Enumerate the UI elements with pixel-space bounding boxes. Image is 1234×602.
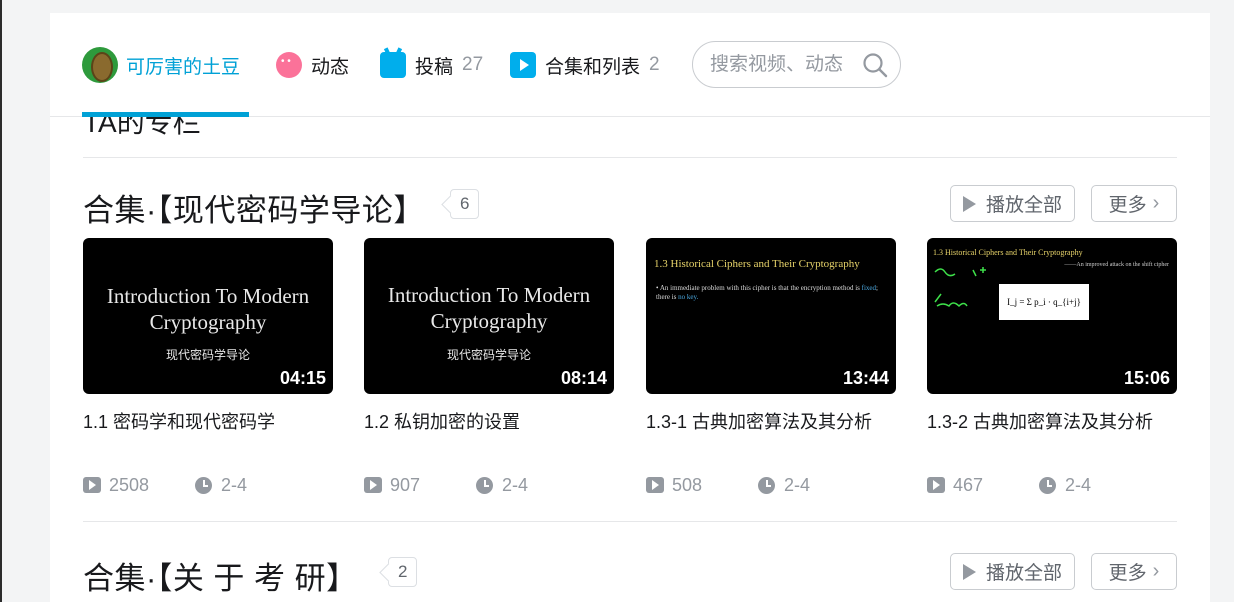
tv-icon (380, 52, 406, 78)
nav-tab-dynamic[interactable]: 动态 (276, 43, 349, 87)
slide-subtitle: 现代密码学导论 (446, 348, 531, 362)
slide-heading: 1.3 Historical Ciphers and Their Cryptog… (654, 258, 860, 270)
collection-count-badge: 6 (450, 189, 480, 219)
publish-date: 2-4 (784, 474, 811, 495)
play-count-icon (646, 477, 664, 493)
nav-tab-collections-label: 合集和列表 (545, 56, 641, 78)
collection-title[interactable]: 合集·【关 于 考 研】 (83, 553, 358, 598)
clock-icon (476, 476, 493, 494)
clock-icon (1039, 476, 1056, 494)
video-title[interactable]: 1.3-1 古典加密算法及其分析 (646, 408, 897, 434)
chevron-right-icon: › (1152, 192, 1160, 214)
video-thumbnail[interactable]: 1.3 Historical Ciphers and Their Cryptog… (646, 238, 896, 394)
video-duration: 15:06 (1123, 368, 1170, 388)
view-count: 907 (390, 474, 421, 495)
window-edge (0, 0, 2, 602)
view-count: 467 (953, 474, 984, 495)
slide-title: Introduction To Modern Cryptography (387, 283, 591, 333)
dynamic-icon (276, 52, 302, 78)
play-all-label: 播放全部 (985, 563, 1062, 584)
avatar (82, 47, 118, 83)
play-all-button[interactable]: 播放全部 (950, 185, 1075, 222)
video-thumbnail[interactable]: 1.3 Historical Ciphers and Their Cryptog… (927, 238, 1177, 394)
clock-icon (758, 476, 775, 494)
clock-icon (195, 476, 212, 494)
play-icon (962, 563, 976, 580)
upload-count: 27 (462, 54, 484, 75)
view-count: 2508 (109, 474, 150, 495)
play-count-icon (364, 477, 382, 493)
play-all-label: 播放全部 (985, 195, 1062, 216)
video-title[interactable]: 1.2 私钥加密的设置 (364, 408, 615, 434)
active-tab-indicator (82, 112, 249, 117)
video-card[interactable]: 1.3 Historical Ciphers and Their Cryptog… (646, 238, 897, 495)
search-input[interactable] (710, 53, 860, 76)
video-card[interactable]: 1.3 Historical Ciphers and Their Cryptog… (927, 238, 1178, 495)
play-count-icon (83, 477, 101, 493)
slide-body: • An immediate problem with this cipher … (656, 284, 878, 301)
space-content-card: TA的专栏 可厉害的土豆 动态 投稿 27 合集和列表 2 (50, 13, 1210, 602)
nav-tab-upload-label: 投稿 (415, 56, 454, 78)
play-icon (962, 195, 976, 212)
view-count: 508 (672, 474, 703, 495)
play-count-icon (927, 477, 945, 493)
search-box (692, 41, 901, 88)
nav-tab-home[interactable]: 可厉害的土豆 (82, 43, 240, 87)
video-title[interactable]: 1.3-2 古典加密算法及其分析 (927, 408, 1178, 434)
chevron-right-icon: › (1152, 560, 1160, 582)
playlist-icon (510, 52, 536, 78)
publish-date: 2-4 (1065, 474, 1092, 495)
video-meta: 907 2-4 (364, 473, 615, 497)
slide-subtitle: 现代密码学导论 (165, 348, 250, 362)
publish-date: 2-4 (221, 474, 248, 495)
video-thumbnail[interactable]: Introduction To Modern Cryptography 现代密码… (83, 238, 333, 394)
more-button[interactable]: 更多 › (1091, 553, 1177, 590)
video-thumbnail[interactable]: Introduction To Modern Cryptography 现代密码… (364, 238, 614, 394)
video-meta: 2508 2-4 (83, 473, 334, 497)
more-label: 更多 (1108, 563, 1147, 584)
more-label: 更多 (1108, 195, 1147, 216)
section-divider (83, 157, 1177, 158)
search-icon[interactable] (862, 52, 888, 78)
slide-title: Introduction To Modern Cryptography (106, 284, 310, 334)
collection-count-badge: 2 (388, 557, 418, 587)
user-name: 可厉害的土豆 (126, 56, 241, 78)
slide-subheading: ——An improved attack on the shift cipher (1064, 262, 1169, 268)
section-divider (83, 521, 1177, 522)
video-title[interactable]: 1.1 密码学和现代密码学 (83, 408, 334, 434)
video-duration: 04:15 (279, 368, 326, 388)
video-duration: 08:14 (560, 368, 607, 388)
play-all-button[interactable]: 播放全部 (950, 553, 1075, 590)
video-duration: 13:44 (842, 368, 889, 388)
space-nav-bar: 可厉害的土豆 动态 投稿 27 合集和列表 2 (50, 13, 1210, 117)
slide-formula: I_j = Σ p_i · q_{i+j} (999, 284, 1089, 320)
video-meta: 508 2-4 (646, 473, 897, 497)
publish-date: 2-4 (502, 474, 529, 495)
nav-tab-upload[interactable]: 投稿 27 (380, 43, 483, 87)
top-strip (2, 0, 1234, 13)
slide-heading: 1.3 Historical Ciphers and Their Cryptog… (933, 248, 1083, 257)
nav-tab-dynamic-label: 动态 (311, 56, 350, 78)
nav-tab-collections[interactable]: 合集和列表 2 (510, 43, 660, 87)
collections-count: 2 (649, 54, 660, 75)
video-card[interactable]: Introduction To Modern Cryptography 现代密码… (83, 238, 334, 495)
video-meta: 467 2-4 (927, 473, 1178, 497)
collection-title[interactable]: 合集·【现代密码学导论】 (83, 185, 425, 230)
more-button[interactable]: 更多 › (1091, 185, 1177, 222)
video-card[interactable]: Introduction To Modern Cryptography 现代密码… (364, 238, 615, 495)
